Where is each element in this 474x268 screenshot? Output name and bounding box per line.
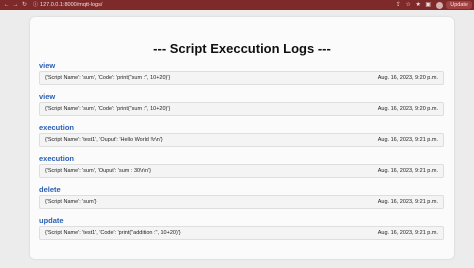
reload-icon[interactable]: ↻ [20,0,29,10]
log-details: {'Script Name': 'sum', 'Code': 'print("s… [45,75,171,81]
log-details: {'Script Name': 'test1', 'Ouput': 'Hello… [45,137,163,143]
log-action: view [39,92,56,101]
profile-avatar[interactable] [436,1,444,9]
log-timestamp: Aug. 16, 2023, 9:20 p.m. [377,106,438,112]
extensions-icon[interactable]: ★ [413,0,423,10]
log-entry: execution {'Script Name': 'sum', 'Ouput'… [39,154,444,178]
log-details: {'Script Name': 'sum', 'Code': 'print("s… [45,106,171,112]
log-details: {'Script Name': 'sum', 'Ouput': 'sum : 3… [45,168,151,174]
log-action: update [39,216,64,225]
page-title: --- Script Execcution Logs --- [153,41,331,56]
log-entry: update {'Script Name': 'test1', 'Code': … [39,216,444,240]
log-action: view [39,61,56,70]
address-url: 127.0.0.1:8000/mqtt-logs/ [40,2,103,8]
log-timestamp: Aug. 16, 2023, 9:20 p.m. [377,75,438,81]
back-icon[interactable]: ← [2,0,11,10]
log-details: {'Script Name': 'test1', 'Code': 'print(… [45,230,181,236]
log-entry: view {'Script Name': 'sum', 'Code': 'pri… [39,92,444,116]
log-entry: view {'Script Name': 'sum', 'Code': 'pri… [39,61,444,85]
log-timestamp: Aug. 16, 2023, 9:21 p.m. [377,199,438,205]
log-action: execution [39,154,75,163]
log-timestamp: Aug. 16, 2023, 9:21 p.m. [377,137,438,143]
log-row: {'Script Name': 'sum', 'Code': 'print("s… [39,71,444,85]
log-entry: execution {'Script Name': 'test1', 'Oupu… [39,123,444,147]
log-row: {'Script Name': 'sum'} Aug. 16, 2023, 9:… [39,195,444,209]
address-bar[interactable]: ⓘ 127.0.0.1:8000/mqtt-logs/ [33,1,102,9]
browser-toolbar: ← → ↻ ⓘ 127.0.0.1:8000/mqtt-logs/ ⇪ ☆ ★ … [0,0,474,10]
info-icon[interactable]: ⓘ [33,1,38,9]
log-timestamp: Aug. 16, 2023, 9:21 p.m. [377,230,438,236]
share-icon[interactable]: ⇪ [393,0,403,10]
forward-icon[interactable]: → [11,0,20,10]
log-details: {'Script Name': 'sum'} [45,199,97,205]
log-action: delete [39,185,61,194]
log-row: {'Script Name': 'sum', 'Code': 'print("s… [39,102,444,116]
log-row: {'Script Name': 'test1', 'Code': 'print(… [39,226,444,240]
log-timestamp: Aug. 16, 2023, 9:21 p.m. [377,168,438,174]
log-row: {'Script Name': 'test1', 'Ouput': 'Hello… [39,133,444,147]
log-row: {'Script Name': 'sum', 'Ouput': 'sum : 3… [39,164,444,178]
page-viewport: --- Script Execcution Logs --- view {'Sc… [0,10,474,268]
log-action: execution [39,123,75,132]
side-panel-icon[interactable]: ▣ [423,0,433,10]
bookmark-star-icon[interactable]: ☆ [403,0,413,10]
update-button[interactable]: Update [446,1,472,9]
logs-card: --- Script Execcution Logs --- view {'Sc… [30,17,454,259]
log-entry: delete {'Script Name': 'sum'} Aug. 16, 2… [39,185,444,209]
